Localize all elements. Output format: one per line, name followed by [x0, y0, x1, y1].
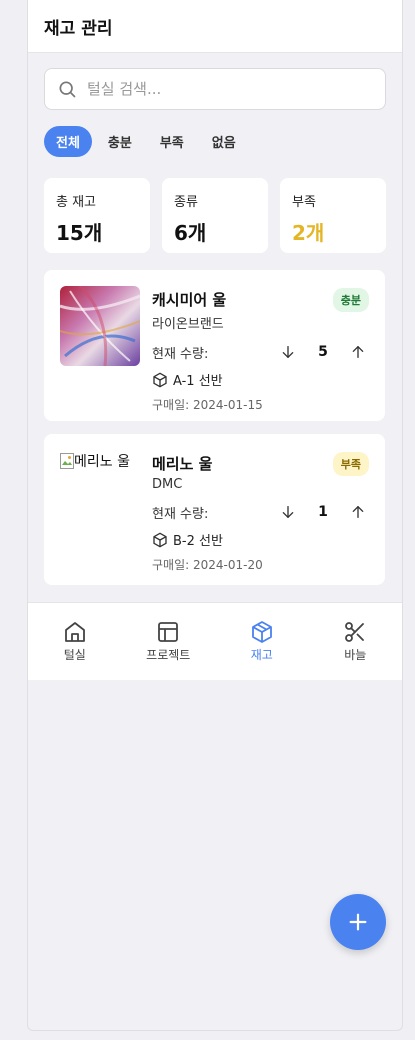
- package-icon: [251, 621, 272, 643]
- purchase-date: 구매일: 2024-01-20: [152, 558, 263, 572]
- quantity-row: 현재 수량: 1: [152, 501, 369, 523]
- purchase-date: 구매일: 2024-01-15: [152, 398, 263, 412]
- quantity-label: 현재 수량:: [152, 506, 209, 522]
- plus-icon: [349, 913, 367, 931]
- layout-icon: [158, 622, 179, 642]
- stat-total: 총 재고 15개: [44, 178, 150, 253]
- arrow-up-icon: [352, 506, 364, 518]
- status-badge: 충분: [332, 288, 369, 312]
- quantity-value: 5: [318, 344, 328, 360]
- box-icon: [153, 372, 167, 387]
- location-text: A-1 선반: [173, 374, 223, 389]
- scissors-icon: [345, 622, 365, 642]
- yarn-image: [60, 286, 140, 366]
- decrease-button[interactable]: [277, 341, 299, 363]
- yarn-brand: 라이온브랜드: [152, 317, 224, 332]
- card-info: 충분 캐시미어 울 라이온브랜드 현재 수량: 5 A-1 선반 구매일: 20…: [152, 286, 369, 413]
- home-icon: [64, 622, 85, 642]
- arrow-down-icon: [282, 506, 294, 518]
- nav-label: 재고: [250, 648, 273, 662]
- decrease-button[interactable]: [277, 501, 299, 523]
- page-title: 재고 관리: [44, 18, 113, 39]
- increase-button[interactable]: [347, 501, 369, 523]
- app-frame: 재고 관리 전체 충분 부족 없음 총 재고 15개 종류 6개 부족 2개: [27, 0, 403, 1031]
- nav-label: 털실: [63, 648, 86, 662]
- search-input[interactable]: [85, 79, 349, 99]
- stat-label: 총 재고: [56, 195, 97, 210]
- arrow-down-icon: [282, 346, 294, 358]
- location-text: B-2 선반: [173, 534, 223, 549]
- stat-label: 종류: [174, 195, 198, 210]
- quantity-label: 현재 수량:: [152, 346, 209, 362]
- nav-label: 바늘: [344, 648, 367, 662]
- filter-all[interactable]: 전체: [44, 126, 92, 157]
- stat-label: 부족: [292, 195, 316, 210]
- nav-projects[interactable]: 프로젝트: [122, 603, 216, 680]
- search-bar[interactable]: [44, 68, 386, 110]
- bottom-nav: 털실 프로젝트 재고 바늘: [28, 602, 402, 680]
- yarn-image-broken: 메리노 울: [60, 450, 140, 472]
- nav-label: 프로젝트: [146, 648, 191, 662]
- quantity-value: 1: [318, 504, 328, 520]
- filter-sufficient[interactable]: 충분: [96, 126, 144, 157]
- increase-button[interactable]: [347, 341, 369, 363]
- add-button[interactable]: [330, 894, 386, 950]
- card-info: 부족 메리노 울 DMC 현재 수량: 1 B-2 선반 구매일: 2024-0…: [152, 450, 369, 573]
- inventory-card[interactable]: 메리노 울 부족 메리노 울 DMC 현재 수량: 1 B-2 선반 구매일: …: [44, 434, 385, 585]
- status-badge: 부족: [332, 452, 369, 476]
- nav-needles[interactable]: 바늘: [309, 603, 403, 680]
- stat-types: 종류 6개: [162, 178, 268, 253]
- image-alt-text: 메리노 울: [74, 454, 130, 470]
- nav-inventory[interactable]: 재고: [215, 603, 309, 680]
- filter-low[interactable]: 부족: [148, 126, 196, 157]
- filter-tabs: 전체 충분 부족 없음: [44, 126, 248, 157]
- inventory-card[interactable]: 충분 캐시미어 울 라이온브랜드 현재 수량: 5 A-1 선반 구매일: 20…: [44, 270, 385, 421]
- quantity-row: 현재 수량: 5: [152, 341, 369, 363]
- location-row: B-2 선반: [152, 530, 369, 549]
- filter-none[interactable]: 없음: [200, 126, 248, 157]
- search-icon: [59, 81, 76, 98]
- nav-yarn[interactable]: 털실: [28, 603, 122, 680]
- box-icon: [153, 532, 167, 547]
- yarn-brand: DMC: [152, 477, 183, 492]
- arrow-up-icon: [352, 346, 364, 358]
- stat-low: 부족 2개: [280, 178, 386, 253]
- header: 재고 관리: [28, 0, 402, 53]
- stats-row: 총 재고 15개 종류 6개 부족 2개: [44, 178, 386, 253]
- stat-value: 6개: [174, 221, 207, 245]
- stat-value: 15개: [56, 221, 103, 245]
- broken-image-icon: [60, 453, 74, 469]
- location-row: A-1 선반: [152, 370, 369, 389]
- stat-value: 2개: [292, 221, 325, 245]
